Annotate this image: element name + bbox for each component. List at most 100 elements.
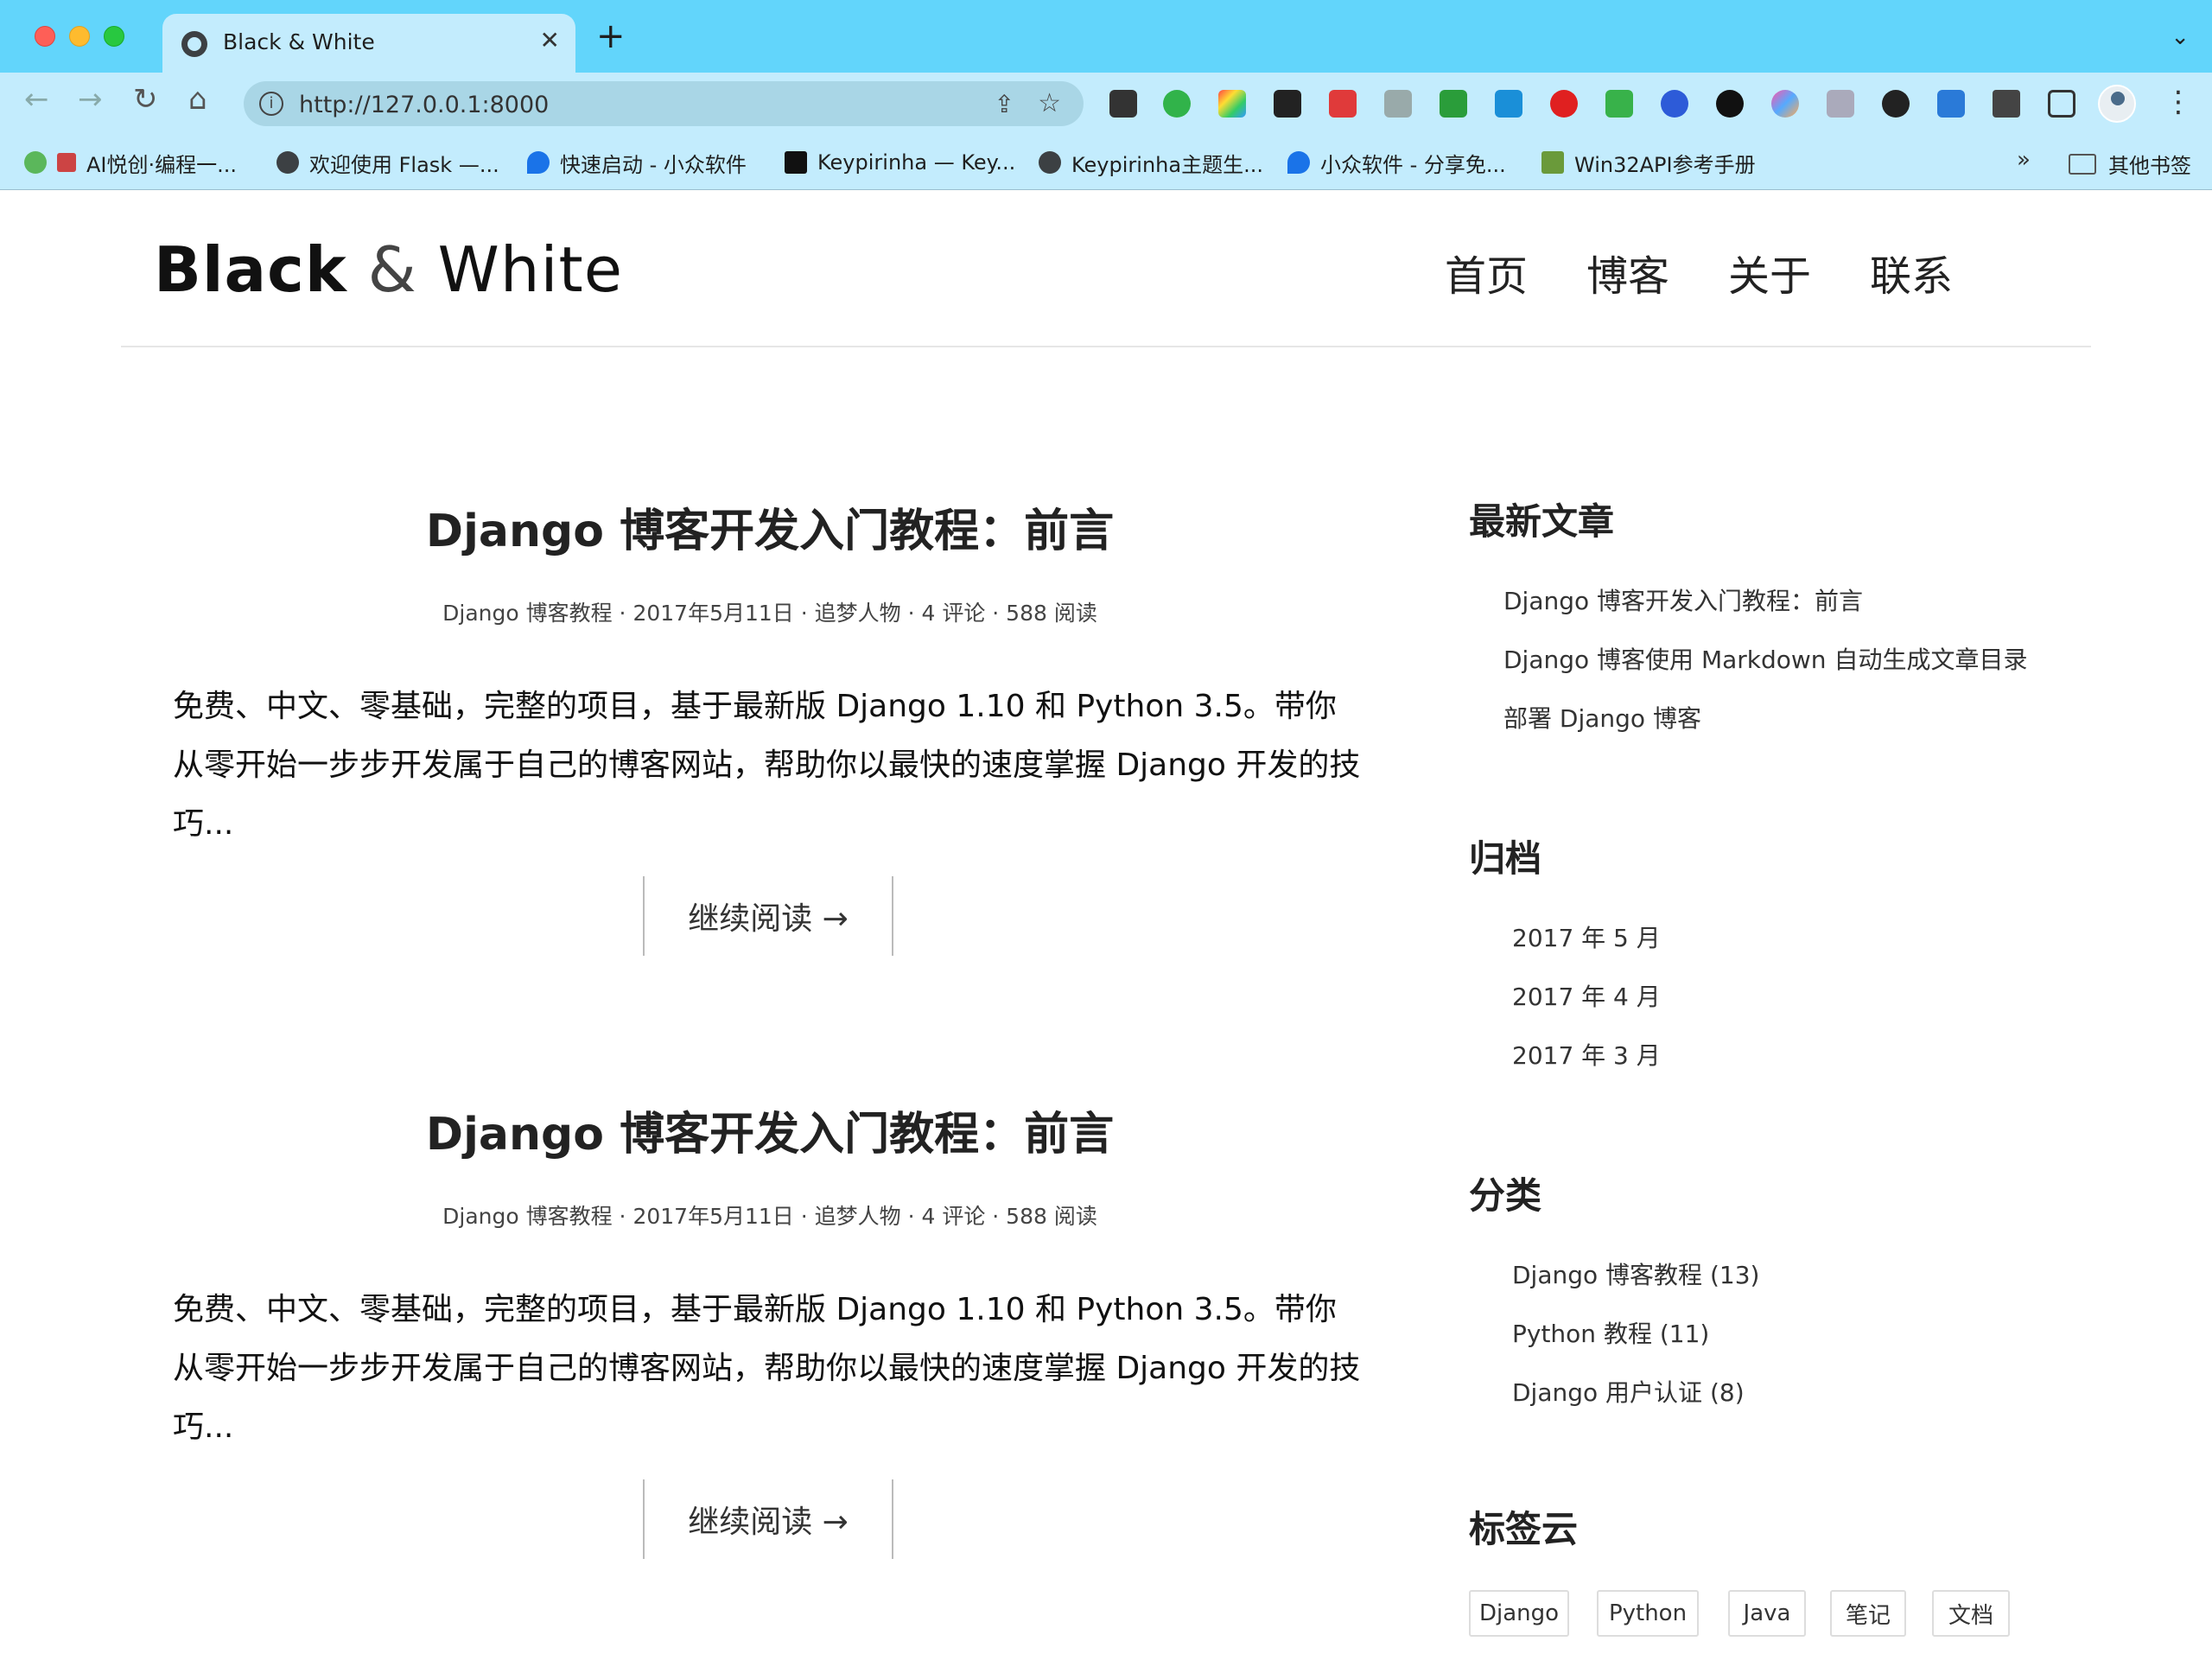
bookmark-label: 其他书签 xyxy=(2108,154,2191,178)
extension-triangle-icon[interactable] xyxy=(1661,90,1688,118)
bookmark-item[interactable]: AI悦创·编程一... xyxy=(24,149,238,177)
bookmark-label: Keypirinha主题生... xyxy=(1071,152,1263,177)
bookmark-item[interactable]: Keypirinha — Key... xyxy=(785,149,1015,176)
bookmark-label: Keypirinha — Key... xyxy=(817,150,1016,175)
category-link[interactable]: Python 教程 (11) xyxy=(1512,1315,1709,1350)
main-nav: 首页 博客 关于 联系 xyxy=(1386,242,1953,302)
bookmark-item[interactable]: 快速启动 - 小众软件 xyxy=(527,149,747,177)
tab-search-chevron-icon[interactable]: ⌄ xyxy=(2171,24,2190,50)
globe-icon xyxy=(1039,151,1061,174)
drop-icon xyxy=(527,151,550,174)
close-window-button[interactable] xyxy=(35,26,55,47)
bookmark-star-icon[interactable]: ☆ xyxy=(1038,88,1061,118)
extension-x-icon[interactable] xyxy=(1109,90,1137,118)
bookmark-label: Win32API参考手册 xyxy=(1574,152,1756,177)
extension-camera-icon[interactable] xyxy=(1384,90,1412,118)
nav-about[interactable]: 关于 xyxy=(1728,242,1811,302)
site-logo[interactable]: Black & White xyxy=(154,233,623,306)
tab-bar: Black & White ✕ + ⌄ xyxy=(0,0,2212,73)
extension-badge-icon[interactable] xyxy=(1882,90,1910,118)
toolbar: ← → ↻ ⌂ i http://127.0.0.1:8000 ⇪ ☆ ⋮ xyxy=(0,73,2212,135)
tag-docs[interactable]: 文档 xyxy=(1932,1590,2010,1637)
forward-arrow-icon[interactable]: → xyxy=(78,85,103,114)
recent-post-link[interactable]: Django 博客使用 Markdown 自动生成文章目录 xyxy=(1503,641,2027,676)
tag-django[interactable]: Django xyxy=(1469,1590,1569,1637)
folder-icon xyxy=(2069,153,2096,175)
keypirinha-icon xyxy=(785,151,807,174)
menu-kebab-icon[interactable]: ⋮ xyxy=(2164,85,2193,119)
recent-post-link[interactable]: 部署 Django 博客 xyxy=(1503,700,1701,735)
extension-star-icon[interactable] xyxy=(1771,90,1799,118)
post-title[interactable]: Django 博客开发入门教程：前言 xyxy=(169,1097,1370,1162)
tab-title: Black & White xyxy=(223,29,375,54)
archive-link[interactable]: 2017 年 4 月 xyxy=(1512,978,1661,1013)
nav-contact[interactable]: 联系 xyxy=(1870,242,1953,302)
extension-shield-icon[interactable] xyxy=(1605,90,1633,118)
categories-title: 分类 xyxy=(1469,1174,1542,1217)
extension-github-icon[interactable] xyxy=(1716,90,1744,118)
tab-active[interactable]: Black & White ✕ xyxy=(162,14,575,73)
tab-close-icon[interactable]: ✕ xyxy=(540,26,560,54)
profile-avatar[interactable] xyxy=(2098,85,2136,123)
archive-link[interactable]: 2017 年 5 月 xyxy=(1512,919,1661,954)
site-info-icon[interactable]: i xyxy=(259,92,283,116)
extension-translate-icon[interactable] xyxy=(1937,90,1965,118)
extension-n-icon[interactable] xyxy=(1163,90,1191,118)
recent-posts-title: 最新文章 xyxy=(1469,500,1615,543)
extensions-puzzle-icon[interactable] xyxy=(1993,90,2020,118)
bookmarks-bar: AI悦创·编程一... 欢迎使用 Flask —... 快速启动 - 小众软件 … xyxy=(0,135,2212,190)
category-link[interactable]: Django 用户认证 (8) xyxy=(1512,1374,1745,1409)
post-title[interactable]: Django 博客开发入门教程：前言 xyxy=(169,494,1370,559)
share-icon[interactable]: ⇪ xyxy=(995,90,1014,118)
category-link[interactable]: Django 博客教程 (13) xyxy=(1512,1256,1759,1291)
bookmark-label: AI悦创·编程一... xyxy=(86,152,238,177)
logo-amp-text: & xyxy=(346,233,438,306)
recent-post-link[interactable]: Django 博客开发入门教程：前言 xyxy=(1503,582,1863,617)
address-bar[interactable]: i http://127.0.0.1:8000 ⇪ ☆ xyxy=(244,81,1084,126)
post-meta: Django 博客教程 · 2017年5月11日 · 追梦人物 · 4 评论 ·… xyxy=(442,601,1097,626)
reload-icon[interactable]: ↻ xyxy=(133,85,158,114)
bookmark-item[interactable]: Keypirinha主题生... xyxy=(1039,149,1263,177)
zoom-window-button[interactable] xyxy=(104,26,124,47)
minimize-window-button[interactable] xyxy=(69,26,90,47)
bookmark-label: 小众软件 - 分享免... xyxy=(1320,152,1506,177)
new-tab-button[interactable]: + xyxy=(596,19,626,54)
globe-icon xyxy=(276,151,299,174)
extension-glasses-icon[interactable] xyxy=(1274,90,1301,118)
archive-link[interactable]: 2017 年 3 月 xyxy=(1512,1037,1661,1072)
nav-home[interactable]: 首页 xyxy=(1445,242,1528,302)
other-bookmarks-folder[interactable]: 其他书签 xyxy=(2069,149,2191,179)
bookmarks-overflow-button[interactable]: » xyxy=(2017,147,2031,173)
drop-icon xyxy=(1287,151,1310,174)
bookmark-item[interactable]: 小众软件 - 分享免... xyxy=(1287,149,1506,177)
tag-python[interactable]: Python xyxy=(1597,1590,1699,1637)
post-meta: Django 博客教程 · 2017年5月11日 · 追梦人物 · 4 评论 ·… xyxy=(442,1204,1097,1229)
win32-icon xyxy=(1541,151,1564,174)
bookmark-favicon-icon xyxy=(24,151,47,174)
bookmark-item[interactable]: Win32API参考手册 xyxy=(1541,149,1756,177)
extension-fe-icon[interactable] xyxy=(1329,90,1357,118)
home-icon[interactable]: ⌂ xyxy=(188,85,207,114)
extension-gitzip-icon[interactable] xyxy=(1827,90,1854,118)
extension-stop-icon[interactable] xyxy=(1550,90,1578,118)
archive-title: 归档 xyxy=(1469,837,1542,880)
globe-icon xyxy=(181,31,207,57)
extension-color-grid-icon[interactable] xyxy=(1218,90,1246,118)
nav-blog[interactable]: 博客 xyxy=(1586,242,1669,302)
site-header: Black & White 首页 博客 关于 联系 xyxy=(121,190,2091,347)
bookmark-label: 快速启动 - 小众软件 xyxy=(560,152,747,177)
tag-notes[interactable]: 笔记 xyxy=(1830,1590,1906,1637)
read-more-button[interactable]: 继续阅读 → xyxy=(643,1479,893,1559)
post-excerpt: 免费、中文、零基础，完整的项目，基于最新版 Django 1.10 和 Pyth… xyxy=(173,689,1361,842)
tag-cloud-title: 标签云 xyxy=(1469,1508,1579,1550)
tag-java[interactable]: Java xyxy=(1728,1590,1806,1637)
bookmark-item[interactable]: 欢迎使用 Flask —... xyxy=(276,149,499,177)
read-more-button[interactable]: 继续阅读 → xyxy=(643,876,893,956)
extension-on-icon[interactable] xyxy=(1440,90,1467,118)
side-panel-icon[interactable] xyxy=(2048,90,2075,118)
back-arrow-icon[interactable]: ← xyxy=(24,85,49,114)
extension-cat-icon[interactable] xyxy=(1495,90,1522,118)
url-text[interactable]: http://127.0.0.1:8000 xyxy=(299,92,549,118)
logo-rest-text: White xyxy=(437,233,623,306)
post-excerpt: 免费、中文、零基础，完整的项目，基于最新版 Django 1.10 和 Pyth… xyxy=(173,1292,1361,1445)
